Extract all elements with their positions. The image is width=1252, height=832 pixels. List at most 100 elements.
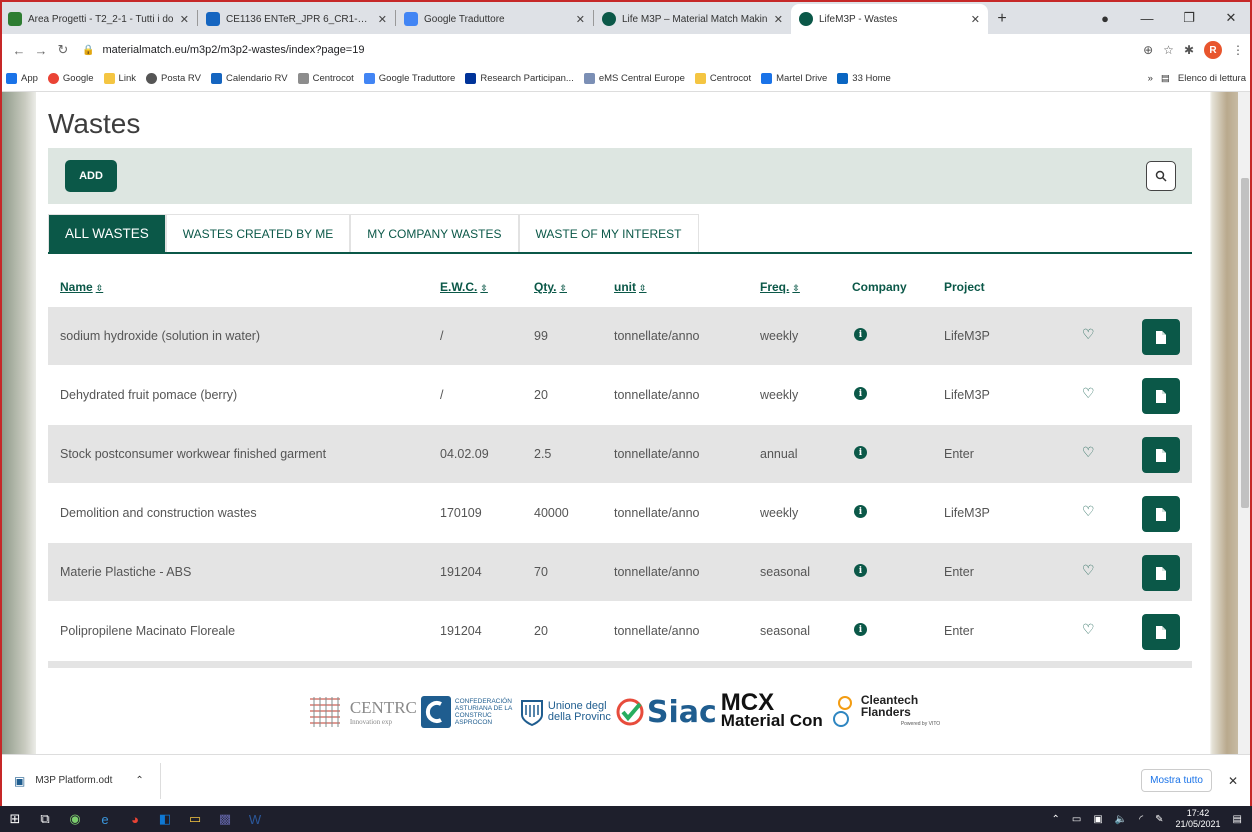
bookmark-item[interactable]: Google Traduttore [363,73,455,84]
company-info-icon[interactable]: i [854,387,867,400]
view-details-button[interactable] [1142,319,1180,355]
chrome-icon[interactable]: ◕ [120,806,150,832]
file-explorer-icon[interactable]: ▭ [180,806,210,832]
volume-icon[interactable]: 🔈 [1115,814,1127,825]
view-details-button[interactable] [1142,555,1180,591]
show-all-button[interactable]: Mostra tutto [1141,769,1212,792]
bookmark-item[interactable]: Martel Drive [761,73,827,84]
close-icon[interactable]: ✕ [576,13,585,26]
bookmarks-bar: App Google Link Posta RV Calendario RV C… [0,66,1252,92]
browser-tab-label: Google Traduttore [424,13,505,25]
outlook-icon[interactable]: ◧ [150,806,180,832]
company-info-icon[interactable]: i [854,505,867,518]
scrollbar-thumb[interactable] [1241,178,1249,508]
forward-button[interactable]: → [30,43,52,58]
column-label: unit [614,280,636,294]
waste-freq: weekly [760,506,799,520]
bookmark-item[interactable]: Google [47,73,94,84]
tab-all-wastes[interactable]: ALL WASTES [48,214,166,252]
clock[interactable]: 17:42 21/05/2021 [1176,808,1221,830]
close-window-button[interactable]: ✕ [1210,10,1252,26]
bookmark-item[interactable]: Calendario RV [210,73,288,84]
favorite-heart-icon[interactable]: ♡ [1082,385,1095,402]
view-details-button[interactable] [1142,437,1180,473]
close-icon[interactable]: ✕ [971,13,980,26]
folder-icon [103,73,115,84]
pen-icon[interactable]: ✎ [1155,814,1163,825]
company-info-icon[interactable]: i [854,446,867,459]
search-button[interactable] [1146,161,1176,191]
close-icon[interactable]: ✕ [180,13,189,26]
browser-tab-label: LifeM3P - Wastes [819,13,898,25]
bookmark-item[interactable]: Posta RV [145,73,201,84]
reading-list-button[interactable]: Elenco di lettura [1178,73,1246,84]
app-icon[interactable]: ◉ [60,806,90,832]
close-icon[interactable]: ✕ [774,13,783,26]
add-button[interactable]: ADD [65,160,117,192]
company-info-icon[interactable]: i [854,328,867,341]
back-button[interactable]: ← [8,43,30,58]
task-view-icon[interactable]: ⧉ [30,806,60,832]
view-details-button[interactable] [1142,496,1180,532]
favorite-heart-icon[interactable]: ♡ [1082,444,1095,461]
favorite-heart-icon[interactable]: ♡ [1082,326,1095,343]
extensions-icon[interactable]: ✱ [1184,43,1194,57]
more-bookmarks-button[interactable]: » [1148,73,1153,84]
tab-wastes-created-by-me[interactable]: WASTES CREATED BY ME [165,214,351,252]
browser-tab[interactable]: Area Progetti - T2_2-1 - Tutti i do ✕ [0,4,197,34]
view-details-button[interactable] [1142,378,1180,414]
star-icon[interactable]: ☆ [1163,43,1174,57]
bookmark-item[interactable]: Research Participan... [465,73,574,84]
wifi-icon[interactable]: ◜ [1139,814,1143,825]
mcx-subtext: Material Con [720,711,823,730]
maximize-button[interactable]: ❐ [1168,10,1210,26]
zoom-icon[interactable]: ⊕ [1143,43,1153,57]
profile-dot-icon[interactable]: ● [1084,11,1126,26]
chevron-up-icon[interactable]: ⌃ [135,775,143,786]
tab-my-company-wastes[interactable]: MY COMPANY WASTES [350,214,519,252]
sort-freq-link[interactable]: Freq. ⇳ [760,280,800,294]
bookmark-item[interactable]: Centrocot [694,73,751,84]
bookmark-item[interactable]: Link [103,73,136,84]
favorite-heart-icon[interactable]: ♡ [1082,621,1095,638]
minimize-button[interactable]: — [1126,11,1168,26]
battery-icon[interactable]: ▭ [1072,814,1081,825]
browser-tab-active[interactable]: LifeM3P - Wastes ✕ [791,4,988,34]
bookmark-item[interactable]: 33 Home [837,73,891,84]
sort-name-link[interactable]: Name ⇳ [60,280,103,294]
column-label: Name [60,280,93,294]
favorite-heart-icon[interactable]: ♡ [1082,562,1095,579]
windows-start-icon[interactable]: ⊞ [0,806,30,832]
chevron-up-icon[interactable]: ⌃ [1051,814,1059,825]
tab-waste-of-my-interest[interactable]: WASTE OF MY INTEREST [518,214,699,252]
word-icon[interactable]: W [240,806,270,832]
bookmark-item[interactable]: App [6,73,38,84]
notifications-icon[interactable]: ▤ [1233,814,1242,825]
download-item[interactable]: ▣ M3P Platform.odt ⌃ [14,762,161,799]
url-field[interactable]: 🔒 materialmatch.eu/m3p2/m3p2-wastes/inde… [82,38,1143,62]
teams-icon[interactable]: ▩ [210,806,240,832]
browser-tab[interactable]: Google Traduttore ✕ [396,4,593,34]
company-info-icon[interactable]: i [854,564,867,577]
menu-icon[interactable]: ⋮ [1232,43,1244,57]
network-icon[interactable]: ▣ [1093,814,1102,825]
sort-ewc-link[interactable]: E.W.C. ⇳ [440,280,488,294]
waste-ewc: 191204 [440,624,482,638]
browser-tab[interactable]: CE1136 ENTeR_JPR 6_CR1-Ver2.d ✕ [198,4,395,34]
bookmark-item[interactable]: eMS Central Europe [583,73,685,84]
favorite-heart-icon[interactable]: ♡ [1082,503,1095,520]
view-details-button[interactable] [1142,614,1180,650]
reload-button[interactable]: ↻ [52,42,74,58]
bookmark-item[interactable]: Centrocot [297,73,354,84]
document-icon [1156,389,1166,403]
new-tab-button[interactable]: + [988,4,1016,34]
profile-avatar[interactable]: R [1204,41,1222,59]
sort-qty-link[interactable]: Qty. ⇳ [534,280,567,294]
browser-tab[interactable]: Life M3P – Material Match Makin ✕ [594,4,791,34]
close-icon[interactable]: ✕ [1228,774,1238,788]
edge-icon[interactable]: e [90,806,120,832]
company-info-icon[interactable]: i [854,623,867,636]
close-icon[interactable]: ✕ [378,13,387,26]
sort-unit-link[interactable]: unit ⇳ [614,280,647,294]
eu-icon [465,73,477,84]
